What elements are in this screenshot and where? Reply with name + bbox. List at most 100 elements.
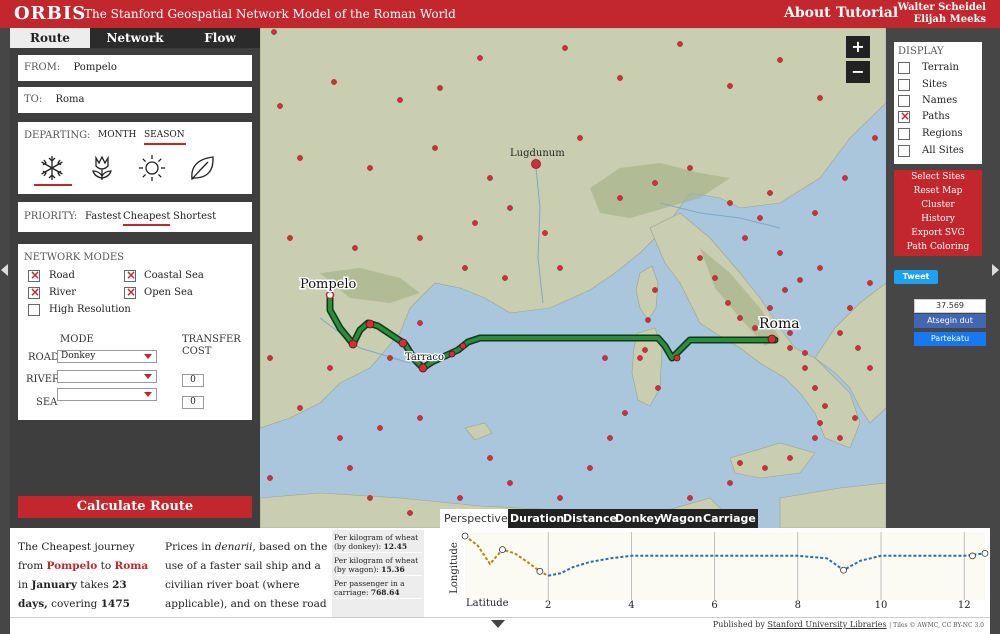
all-sites-checkbox[interactable] [898,145,910,157]
tab-route[interactable]: Route [10,28,90,48]
chart-tab-wagon[interactable]: Wagon [660,509,702,528]
site-dot[interactable] [802,350,808,356]
site-dot[interactable] [397,97,403,103]
site-dot[interactable] [502,275,508,281]
collapse-bottom-arrow-icon[interactable] [491,620,505,628]
site-dot[interactable] [687,165,693,171]
site-dot[interactable] [477,55,483,61]
regions-checkbox[interactable] [898,128,910,140]
chart-tab-perspective[interactable]: Perspective [440,509,508,528]
route-stop[interactable] [459,342,467,350]
site-dot[interactable] [812,210,818,216]
site-dot[interactable] [817,265,823,271]
river-checkbox[interactable] [28,285,40,299]
select-sites-button[interactable]: Select Sites [894,172,982,182]
tweet-button[interactable]: Tweet [894,270,938,284]
site-dot[interactable] [645,317,651,323]
site-dot[interactable] [837,435,843,441]
coastal-sea-checkbox[interactable] [124,268,136,282]
site-dot[interactable] [607,435,613,441]
tab-network[interactable]: Network [90,28,180,48]
history-button[interactable]: History [894,214,982,224]
site-dot[interactable] [777,57,783,63]
site-dot[interactable] [271,29,277,35]
site-dot[interactable] [337,435,343,441]
site-dot[interactable] [652,287,658,293]
site-dot[interactable] [867,280,873,286]
sites-checkbox[interactable] [898,79,910,91]
site-dot[interactable] [542,230,548,236]
site-dot[interactable] [727,83,733,89]
export-svg-button[interactable]: Export SVG [894,228,982,238]
orbis-logo[interactable]: ORBIS [14,3,86,24]
autumn-leaf-icon[interactable] [186,152,218,184]
site-dot[interactable] [727,480,733,486]
chart-point[interactable] [536,567,544,575]
road-checkbox[interactable] [28,268,40,282]
facebook-like-button[interactable]: Atsegin dut [914,314,986,328]
winter-snowflake-icon[interactable] [36,152,68,184]
site-dot[interactable] [277,103,283,109]
site-dot[interactable] [637,355,643,361]
site-dot[interactable] [812,435,818,441]
tab-flow[interactable]: Flow [180,28,260,48]
site-dot[interactable] [557,495,563,501]
site-dot[interactable] [742,235,748,241]
site-dot[interactable] [297,405,303,411]
site-dot[interactable] [507,205,513,211]
route-stop[interactable] [348,339,358,349]
chart-point[interactable] [981,549,989,557]
site-dot[interactable] [417,235,423,241]
collapse-left-arrow-icon[interactable] [1,264,8,276]
names-checkbox[interactable] [898,95,910,107]
map-canvas[interactable]: Lugdunum Pompelo Tarraco Roma [260,28,886,528]
path-coloring-button[interactable]: Path Coloring [894,242,982,252]
chart-point[interactable] [461,532,469,540]
terrain-checkbox[interactable] [898,62,910,74]
chart-tab-distance[interactable]: Distance [563,509,617,528]
site-dot[interactable] [462,265,468,271]
site-dot[interactable] [697,255,703,261]
site-dot[interactable] [457,495,463,501]
site-dot[interactable] [767,190,773,196]
site-dot[interactable] [367,495,373,501]
zoom-in-button[interactable]: + [846,36,870,58]
site-dot[interactable] [837,330,843,336]
site-dot[interactable] [822,403,828,409]
site-dot[interactable] [417,415,423,421]
lugdunum-marker[interactable] [531,159,541,169]
summer-sun-icon[interactable] [136,152,168,184]
priority-fastest-option[interactable]: Fastest [85,211,121,222]
site-dot[interactable] [652,180,658,186]
site-dot[interactable] [872,135,878,141]
priority-shortest-option[interactable]: Shortest [173,211,216,222]
site-dot[interactable] [787,345,793,351]
river-mode-select[interactable] [57,370,157,383]
site-dot[interactable] [847,305,853,311]
site-dot[interactable] [417,320,423,326]
site-dot[interactable] [642,347,648,353]
site-dot[interactable] [852,415,858,421]
chart-point[interactable] [499,546,506,554]
site-dot[interactable] [677,41,683,47]
facebook-share-button[interactable]: Partekatu [914,332,986,346]
site-dot[interactable] [602,355,608,361]
chart-point[interactable] [840,566,847,574]
priority-cheapest-option[interactable]: Cheapest [123,211,171,226]
collapse-right-arrow-icon[interactable] [992,264,999,276]
departing-month-option[interactable]: MONTH [98,130,136,140]
route-stop[interactable] [673,354,681,362]
site-dot[interactable] [432,145,438,151]
chart-tab-duration[interactable]: Duration [510,509,564,528]
site-dot[interactable] [297,155,303,161]
site-dot[interactable] [377,425,383,431]
river-transfer-cost[interactable]: 0 [182,396,204,409]
sea-mode-select[interactable] [57,388,157,401]
site-dot[interactable] [387,355,393,361]
site-dot[interactable] [752,325,758,331]
site-dot[interactable] [757,215,763,221]
site-dot[interactable] [655,385,661,391]
site-dot[interactable] [617,75,623,81]
site-dot[interactable] [867,365,873,371]
open-sea-checkbox[interactable] [124,285,136,299]
